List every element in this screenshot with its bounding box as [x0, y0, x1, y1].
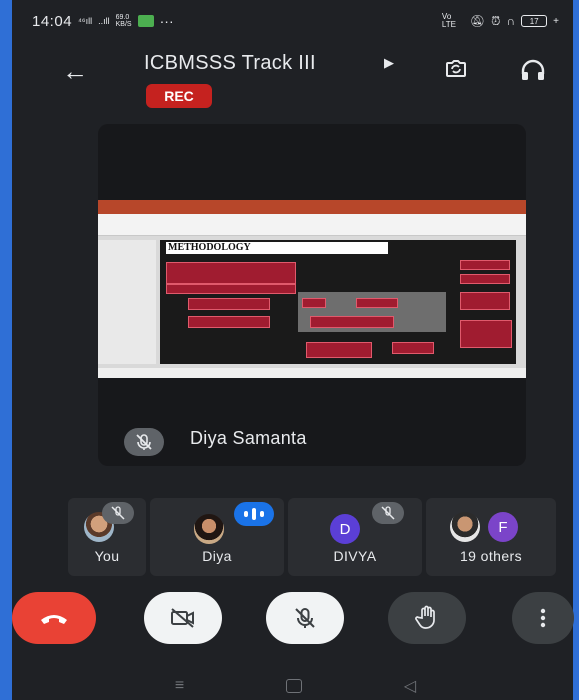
slide-shape — [306, 342, 372, 358]
more-options-button[interactable] — [512, 592, 574, 644]
status-time: 14:04 — [32, 12, 73, 30]
mic-toggle-button[interactable] — [266, 592, 344, 644]
mic-off-icon — [372, 502, 404, 524]
battery-icon: 17 — [521, 15, 548, 27]
slide-thumbnails — [98, 240, 156, 364]
more-vertical-icon — [540, 608, 546, 628]
signal-icon-2: ..ıll — [98, 16, 110, 26]
app-frame: 14:04 ⁴⁶ıll ..ıll 69.0 KB/S ··· Vo LTE 🔕… — [0, 0, 579, 700]
slide-canvas: METHODOLOGY — [160, 240, 516, 364]
avatar: D — [330, 514, 360, 544]
slide-shape — [460, 292, 510, 310]
recents-icon[interactable]: ≡ — [175, 677, 184, 695]
back-nav-icon[interactable]: ◁ — [404, 676, 416, 696]
avatar — [450, 512, 480, 542]
meeting-top-bar: ← ICBMSSS Track III ▶ REC — [24, 48, 567, 108]
slide-shape — [302, 298, 326, 308]
gallery-notification-icon — [137, 15, 154, 27]
app-title-ribbon — [98, 200, 526, 214]
participant-label: You — [94, 548, 120, 564]
slide-shape — [188, 316, 270, 328]
shared-screen: METHODOLOGY — [98, 200, 526, 378]
slide-shape — [460, 274, 510, 284]
slide-shape — [166, 284, 296, 294]
participant-label: 19 others — [460, 548, 522, 564]
headphones-icon[interactable] — [520, 58, 546, 82]
mic-off-icon — [295, 608, 315, 628]
speaking-indicator-icon — [234, 502, 274, 526]
status-left: 14:04 ⁴⁶ıll ..ıll 69.0 KB/S ··· — [32, 13, 174, 30]
avatar — [194, 514, 224, 544]
mute-icon: 🔕︎ — [469, 14, 486, 28]
participant-strip: You Diya D DIVYA F 19 others — [68, 498, 558, 576]
signal-icon-1: ⁴⁶ıll — [78, 16, 93, 26]
mic-off-icon — [124, 428, 164, 456]
recording-badge: REC — [146, 84, 212, 108]
home-icon[interactable] — [286, 679, 303, 693]
participant-tile-divya[interactable]: D DIVYA — [288, 498, 422, 576]
arrow-left-icon[interactable]: ← — [62, 56, 88, 87]
end-call-button[interactable] — [12, 592, 96, 644]
system-nav-bar: ≡ ◁ — [24, 672, 567, 700]
camera-off-icon — [171, 608, 194, 628]
presenter-tile[interactable]: METHODOLOGY Diya Samanta — [98, 124, 526, 466]
meeting-title[interactable]: ICBMSSS Track III — [144, 52, 316, 75]
phone-hangup-icon — [41, 615, 67, 624]
title-arrow-icon[interactable]: ▶ — [384, 55, 394, 71]
app-status-line — [98, 368, 526, 378]
status-bar: 14:04 ⁴⁶ıll ..ıll 69.0 KB/S ··· Vo LTE 🔕… — [32, 10, 559, 32]
slide-shape — [188, 298, 270, 310]
call-controls — [12, 592, 579, 652]
slide-shape — [392, 342, 434, 354]
slide-title: METHODOLOGY — [166, 242, 388, 254]
volte-icon: Vo LTE — [441, 12, 456, 29]
switch-camera-icon[interactable] — [444, 58, 468, 80]
mic-off-icon — [102, 502, 134, 524]
avatar: F — [488, 512, 518, 542]
raise-hand-icon — [415, 605, 435, 629]
slide-shape — [460, 260, 510, 270]
participant-tile-others[interactable]: F 19 others — [426, 498, 556, 576]
headset-status-icon: ∩ — [506, 14, 516, 28]
app-toolbar — [98, 214, 526, 236]
net-speed: 69.0 KB/S — [115, 14, 132, 28]
slide-shape — [460, 320, 512, 348]
raise-hand-button[interactable] — [388, 592, 466, 644]
alarm-icon: ⏰︎ — [491, 13, 501, 28]
status-right: Vo LTE 🔕︎ ⏰︎ ∩ 17 + — [442, 13, 559, 29]
camera-toggle-button[interactable] — [144, 592, 222, 644]
participant-label: Diya — [202, 548, 232, 564]
charging-icon: + — [553, 15, 559, 27]
participant-label: DIVYA — [333, 548, 377, 564]
presenter-name: Diya Samanta — [190, 428, 307, 448]
slide-shape — [310, 316, 394, 328]
slide-shape — [356, 298, 398, 308]
slide-shape — [166, 262, 296, 284]
participant-tile-diya[interactable]: Diya — [150, 498, 284, 576]
more-notifications: ··· — [159, 13, 174, 29]
participant-tile-you[interactable]: You — [68, 498, 146, 576]
